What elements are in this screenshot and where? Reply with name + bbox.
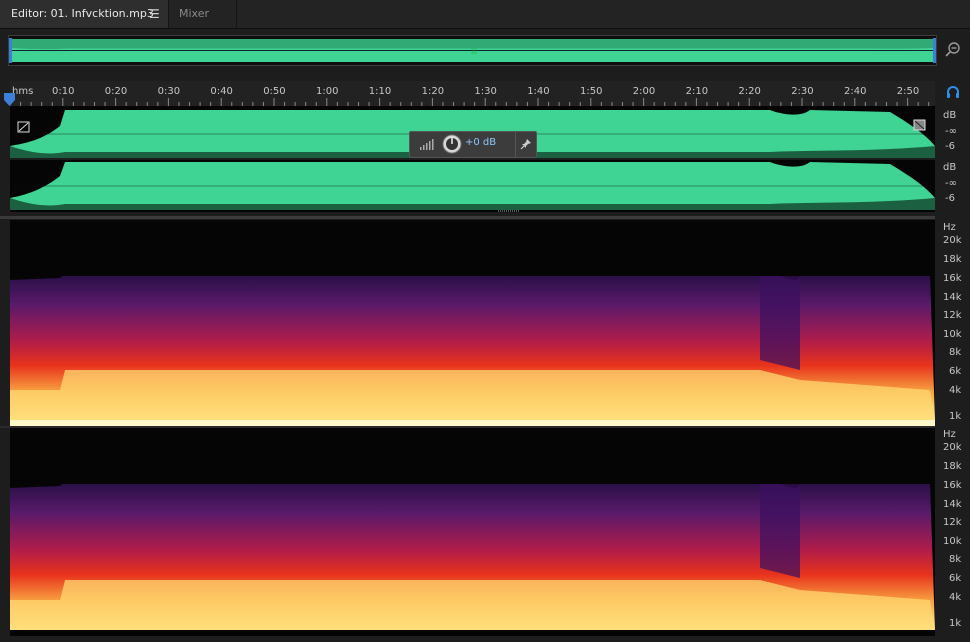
playhead-marker[interactable] xyxy=(4,91,15,106)
db-minus6-ch2: -6 xyxy=(945,193,955,204)
panel-divider[interactable] xyxy=(0,216,935,219)
hz-unit-ch2: Hz xyxy=(943,429,956,440)
volume-value[interactable]: +0 dB xyxy=(465,137,496,148)
hz-tick-label: 8k xyxy=(949,554,962,565)
spectrogram-image-1 xyxy=(10,220,935,426)
level-meter-icon xyxy=(420,139,434,150)
tab-mixer-label: Mixer xyxy=(179,7,210,20)
time-ruler[interactable]: hms 0:10 0:20 0:30 0:40 0:50 1:00 1:10 1:20 1:30… xyxy=(10,81,935,107)
tab-editor[interactable]: Editor: 01. Infvcktion.mp3 ☰ xyxy=(0,0,169,28)
db-unit-ch1: dB xyxy=(943,110,957,121)
hz-tick-label: 16k xyxy=(943,273,962,284)
hz-tick-label: 10k xyxy=(943,536,962,547)
db-inf-ch1: -∞ xyxy=(945,126,957,137)
volume-knob-icon[interactable] xyxy=(442,134,462,154)
panel-menu-icon[interactable]: ☰ xyxy=(149,0,160,28)
overview-waveform: ||| xyxy=(9,38,936,63)
spectrogram-image-2 xyxy=(10,428,935,636)
hz-tick-label: 8k xyxy=(949,347,962,358)
hz-tick-label: 20k xyxy=(943,442,962,453)
hz-tick-label: 6k xyxy=(949,573,962,584)
hz-tick-label: 6k xyxy=(949,366,962,377)
db-minus6-ch1: -6 xyxy=(945,141,955,152)
waveform-display[interactable] xyxy=(10,106,935,212)
svg-text:|||: ||| xyxy=(471,48,477,55)
tab-editor-label: Editor: 01. Infvcktion.mp3 xyxy=(11,7,154,20)
ruler-ticks xyxy=(10,98,930,106)
spectrogram-channel-2[interactable] xyxy=(10,428,935,636)
spectrogram-channel-1[interactable] xyxy=(10,220,935,426)
hz-tick-label: 18k xyxy=(943,254,962,265)
hz-tick-label: 14k xyxy=(943,499,962,510)
db-scale: dB -∞ -6 dB -∞ -6 xyxy=(935,106,970,214)
hud-separator xyxy=(515,132,516,157)
hz-tick-label: 4k xyxy=(949,592,962,603)
hz-tick-label: 1k xyxy=(949,618,962,629)
hz-tick-label: 1k xyxy=(949,411,962,422)
overview-navigator[interactable]: ||| xyxy=(8,35,937,66)
headphones-icon[interactable] xyxy=(945,84,961,100)
hz-tick-label: 20k xyxy=(943,235,962,246)
hz-tick-label: 12k xyxy=(943,310,962,321)
db-unit-ch2: dB xyxy=(943,162,957,173)
hz-tick-label: 16k xyxy=(943,480,962,491)
frequency-scale: Hz 20k 18k 16k 14k 12k 10k 8k 6k 4k 1k Hz 20k 18k 1… xyxy=(935,218,970,638)
db-inf-ch2: -∞ xyxy=(945,178,957,189)
tab-mixer[interactable]: Mixer xyxy=(168,0,237,28)
hz-tick-label: 18k xyxy=(943,461,962,472)
hz-tick-label: 10k xyxy=(943,329,962,340)
waveform-channels xyxy=(10,110,935,212)
hz-tick-label: 14k xyxy=(943,292,962,303)
hud-volume-control[interactable]: +0 dB xyxy=(409,131,537,158)
pin-icon[interactable] xyxy=(520,138,532,150)
zoom-out-icon[interactable] xyxy=(944,40,962,58)
hz-tick-label: 4k xyxy=(949,385,962,396)
hz-unit-ch1: Hz xyxy=(943,222,956,233)
tab-bar: Editor: 01. Infvcktion.mp3 ☰ Mixer xyxy=(0,0,970,29)
hz-tick-label: 12k xyxy=(943,517,962,528)
